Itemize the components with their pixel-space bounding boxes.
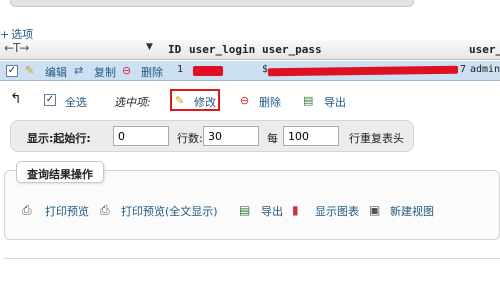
print-icon: ⎙ <box>22 203 32 217</box>
table-header: ←T→ ▼ ID user_login user_pass user_ <box>0 40 500 60</box>
export-link[interactable]: 导出 <box>261 203 283 219</box>
row-delete-link[interactable]: 删除 <box>141 64 163 80</box>
cell-id: 1 <box>177 64 184 75</box>
start-row-input[interactable] <box>113 126 169 146</box>
repeat-header-label: 行重复表头 <box>349 132 404 145</box>
show-label-text: 显示:起始行: <box>27 132 91 145</box>
selected-label: 选中项: <box>114 96 151 109</box>
check-all-label[interactable]: 全选 <box>65 94 87 110</box>
row-edit-link[interactable]: 编辑 <box>45 64 67 80</box>
column-user-login[interactable]: user_login <box>189 43 255 56</box>
cell-user-extra: admin <box>470 64 500 75</box>
top-panel-edge <box>10 0 414 7</box>
new-view-icon: ▣ <box>369 203 381 217</box>
column-toggle-arrows-icon[interactable]: ←T→ <box>4 41 29 55</box>
bulk-actions: ↰ ✓ 全选 选中项: ✎ 修改 ⊖ 删除 ▤ 导出 <box>0 88 500 114</box>
cell-user-pass-tail: 7 <box>460 64 467 75</box>
navigation-bar: 显示:起始行: 行数: 每 行重复表头 <box>10 120 414 152</box>
edit-pencil-icon: ✎ <box>175 94 185 107</box>
bulk-delete-icon: ⊖ <box>240 94 250 107</box>
print-preview-full-link[interactable]: 打印预览(全文显示) <box>121 203 218 219</box>
column-user-pass[interactable]: user_pass <box>262 43 322 56</box>
show-chart-link[interactable]: 显示图表 <box>315 203 359 219</box>
query-results-title: 查询结果操作 <box>16 161 104 183</box>
column-user-extra[interactable]: user_ <box>469 43 500 56</box>
every-label: 每 <box>267 132 278 145</box>
print-full-icon: ⎙ <box>100 203 110 217</box>
repeat-header-input[interactable] <box>283 126 339 146</box>
bulk-export-button[interactable]: 导出 <box>324 94 346 110</box>
delete-icon: ⊖ <box>122 64 132 77</box>
print-preview-link[interactable]: 打印预览 <box>45 203 89 219</box>
column-id[interactable]: ID <box>168 43 181 56</box>
show-label: 显示:起始行: <box>27 130 91 146</box>
return-arrow-icon: ↰ <box>10 91 22 107</box>
check-all-checkbox[interactable]: ✓ <box>44 93 56 106</box>
sort-arrow-icon[interactable]: ▼ <box>146 42 153 52</box>
redaction-pass <box>267 65 459 77</box>
row-copy-link[interactable]: 复制 <box>94 64 116 80</box>
divider <box>4 258 500 259</box>
bulk-edit-button[interactable]: 修改 <box>194 94 216 110</box>
chart-icon: ▮ <box>292 203 299 217</box>
rows-count-input[interactable] <box>203 126 259 146</box>
copy-icon: ⇄ <box>74 64 84 77</box>
row-checkbox[interactable]: ✓ <box>6 65 18 77</box>
table-row: ✓ ✎ 编辑 ⇄ 复制 ⊖ 删除 1 $ 7 admin <box>0 61 500 81</box>
bulk-export-icon: ▤ <box>303 94 314 107</box>
new-view-link[interactable]: 新建视图 <box>390 203 434 219</box>
rows-label: 行数: <box>177 132 203 145</box>
export-icon: ▤ <box>239 203 251 217</box>
redaction-login <box>193 66 223 76</box>
pencil-icon: ✎ <box>25 64 35 77</box>
bulk-delete-button[interactable]: 删除 <box>259 94 281 110</box>
